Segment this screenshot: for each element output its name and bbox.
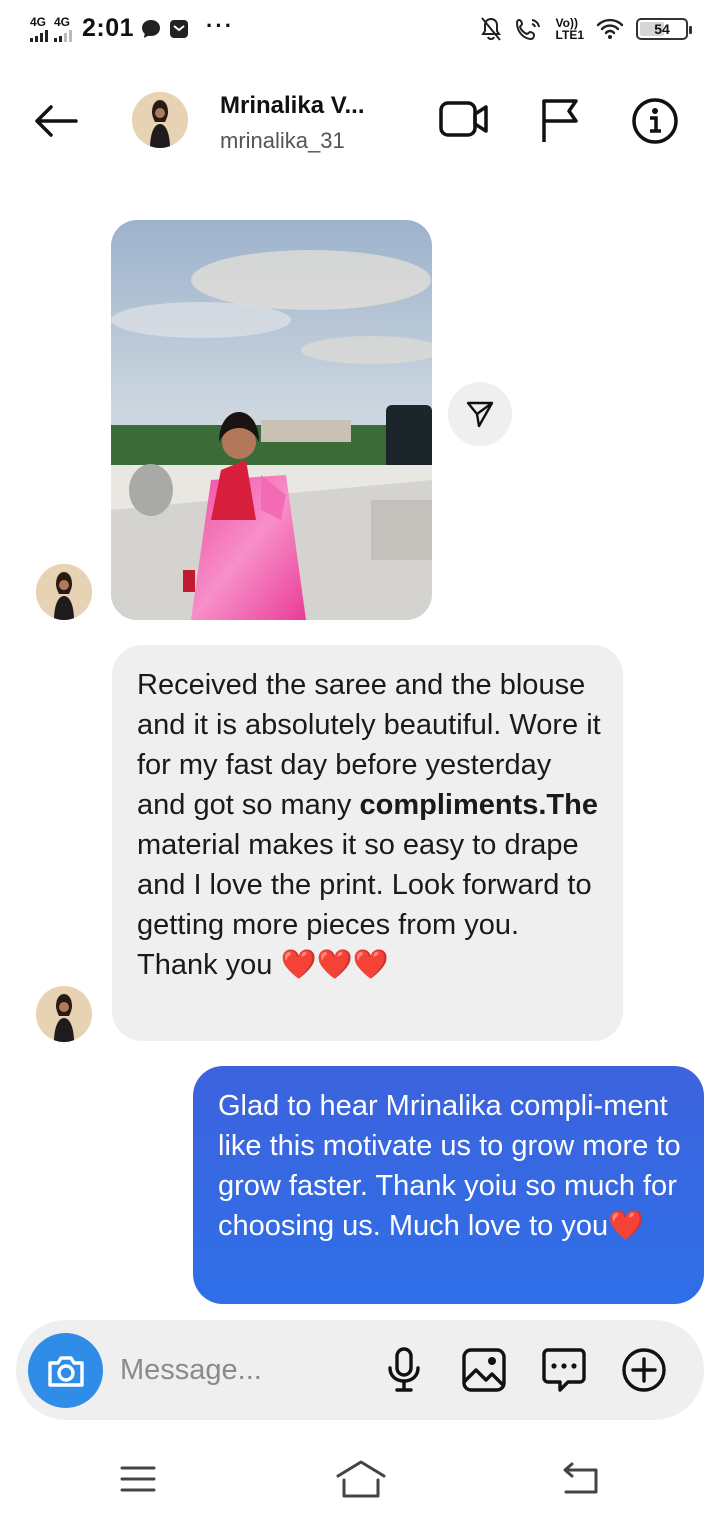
shared-photo[interactable] — [111, 220, 432, 620]
video-camera-icon — [439, 101, 488, 137]
message-composer — [16, 1320, 704, 1420]
wifi-calling-icon — [514, 16, 544, 42]
wifi-icon — [596, 18, 624, 40]
menu-icon — [120, 1466, 156, 1492]
system-back-button[interactable] — [558, 1462, 602, 1501]
contact-name[interactable]: Mrinalika V... — [220, 92, 365, 120]
volte-bottom-label: LTE1 — [555, 28, 584, 42]
profile-photo — [36, 986, 92, 1042]
report-button[interactable] — [538, 96, 582, 149]
avatar[interactable] — [36, 564, 92, 620]
camera-button[interactable] — [28, 1333, 103, 1408]
status-right: Vo)) LTE1 54 — [480, 16, 692, 42]
voice-message-button[interactable] — [382, 1346, 426, 1399]
status-bar: 4G 4G 2:01 ··· Vo)) LTE1 54 — [0, 0, 720, 64]
avatar[interactable] — [132, 92, 188, 148]
back-button[interactable] — [28, 98, 84, 144]
message-notification-icon — [168, 18, 190, 40]
avatar[interactable] — [36, 986, 92, 1042]
signal-bars-icon — [30, 29, 48, 42]
share-photo-button[interactable] — [448, 382, 512, 446]
network-type-2: 4G — [54, 14, 71, 29]
camera-icon — [47, 1355, 84, 1387]
plus-icon — [622, 1348, 666, 1392]
status-left: 4G 4G 2:01 ··· — [30, 12, 235, 43]
heart-emoji: ❤️❤️❤️ — [280, 949, 389, 981]
more-options-button[interactable] — [620, 1346, 668, 1399]
message-input[interactable] — [120, 1348, 370, 1392]
home-button[interactable] — [334, 1458, 388, 1505]
signal-2: 4G — [54, 16, 72, 42]
more-notifications-indicator: ··· — [206, 12, 235, 38]
notifications-off-icon — [480, 16, 502, 42]
signal-1: 4G — [30, 16, 48, 42]
signal-bars-icon — [54, 29, 72, 42]
profile-photo — [36, 564, 92, 620]
received-message-text: Received the saree and the blouse and it… — [137, 669, 601, 981]
battery-icon: 54 — [636, 18, 692, 40]
sticker-icon — [542, 1348, 586, 1392]
home-icon — [336, 1460, 386, 1498]
contact-username[interactable]: mrinalika_31 — [220, 128, 345, 154]
video-call-button[interactable] — [438, 98, 490, 145]
back-icon — [563, 1462, 598, 1494]
network-type-1: 4G — [30, 14, 47, 29]
volte-indicator: Vo)) LTE1 — [556, 17, 584, 41]
battery-level: 54 — [654, 21, 670, 37]
recent-apps-button[interactable] — [118, 1462, 158, 1501]
sent-message-bubble[interactable]: Glad to hear Mrinalika compli-ment like … — [193, 1066, 704, 1304]
info-button[interactable] — [630, 96, 680, 151]
arrow-left-icon — [35, 105, 78, 137]
received-message-bubble[interactable]: Received the saree and the blouse and it… — [112, 645, 623, 1041]
flag-icon — [542, 99, 578, 142]
message-text-bold: compliments.The — [359, 789, 598, 821]
shared-photo-image — [111, 220, 432, 620]
profile-photo — [132, 92, 188, 148]
sticker-button[interactable] — [540, 1346, 588, 1399]
microphone-icon — [388, 1347, 420, 1392]
system-nav-bar — [0, 1440, 720, 1520]
send-icon — [466, 401, 494, 428]
clock: 2:01 — [82, 14, 135, 42]
info-icon — [632, 98, 678, 144]
sent-message-text: Glad to hear Mrinalika compli-ment like … — [218, 1090, 681, 1242]
gallery-icon — [462, 1348, 506, 1392]
chat-notification-icon — [140, 18, 162, 40]
gallery-button[interactable] — [460, 1346, 508, 1399]
chat-header: Mrinalika V... mrinalika_31 — [0, 78, 720, 168]
heart-emoji: ❤️ — [608, 1210, 645, 1242]
